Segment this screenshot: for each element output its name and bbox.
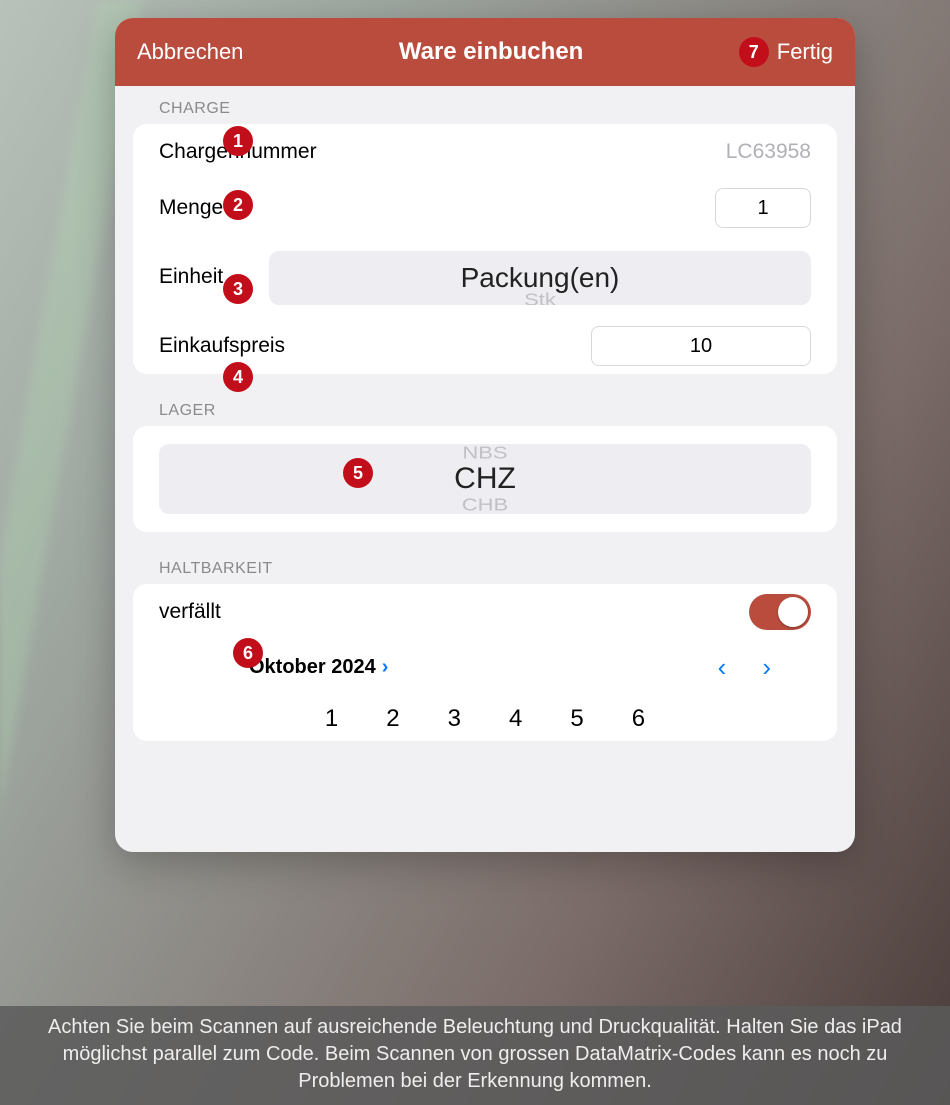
warehouse-next-option: CHB: [159, 495, 811, 514]
chevron-right-icon: ›: [382, 656, 389, 679]
quantity-label: Menge: [159, 196, 223, 220]
calendar-day[interactable]: 4: [509, 705, 522, 733]
calendar-day[interactable]: 5: [570, 705, 583, 733]
calendar-day[interactable]: 6: [632, 705, 645, 733]
annotation-3: 3: [223, 274, 253, 304]
warehouse-picker[interactable]: NBS CHZ CHB: [159, 444, 811, 514]
expires-row: verfällt: [133, 584, 837, 640]
warehouse-selected: CHZ: [454, 464, 516, 494]
batch-number-value: LC63958: [726, 140, 811, 164]
annotation-6: 6: [233, 638, 263, 668]
calendar-day[interactable]: 2: [386, 705, 399, 733]
calendar-next-button[interactable]: ›: [762, 652, 771, 683]
cancel-button[interactable]: Abbrechen: [137, 39, 243, 65]
modal-header: Abbrechen Ware einbuchen 7 Fertig: [115, 18, 855, 86]
expires-toggle[interactable]: [749, 594, 811, 630]
done-button[interactable]: Fertig: [777, 39, 833, 65]
annotation-2: 2: [223, 190, 253, 220]
annotation-1: 1: [223, 126, 253, 156]
quantity-input[interactable]: [715, 188, 811, 228]
warehouse-prev-option: NBS: [159, 444, 811, 463]
calendar-days-row: 1 2 3 4 5 6: [133, 687, 837, 741]
unit-next-option: Stk: [269, 290, 811, 305]
price-input[interactable]: [591, 326, 811, 366]
scan-tip-banner: Achten Sie beim Scannen auf ausreichende…: [0, 1006, 950, 1105]
lager-card: NBS CHZ CHB: [133, 426, 837, 532]
annotation-7: 7: [739, 37, 769, 67]
calendar-prev-button[interactable]: ‹: [718, 652, 727, 683]
month-label-text: Oktober 2024: [249, 656, 376, 679]
modal-title: Ware einbuchen: [399, 38, 583, 66]
month-picker[interactable]: Oktober 2024 ›: [159, 656, 388, 679]
annotation-5: 5: [343, 458, 373, 488]
section-charge-label: CHARGE: [115, 86, 855, 124]
book-goods-modal: Abbrechen Ware einbuchen 7 Fertig CHARGE…: [115, 18, 855, 852]
price-label: Einkaufspreis: [159, 334, 285, 358]
charge-card: Chargennummer LC63958 2 Menge 3 Einheit …: [133, 124, 837, 374]
expires-label: verfällt: [159, 600, 221, 624]
unit-selected: Packung(en): [461, 264, 620, 292]
section-expiry-label: HALTBARKEIT: [115, 532, 855, 584]
calendar-day[interactable]: 1: [325, 705, 338, 733]
unit-picker[interactable]: Packung(en) Stk: [269, 251, 811, 305]
calendar-day[interactable]: 3: [448, 705, 461, 733]
